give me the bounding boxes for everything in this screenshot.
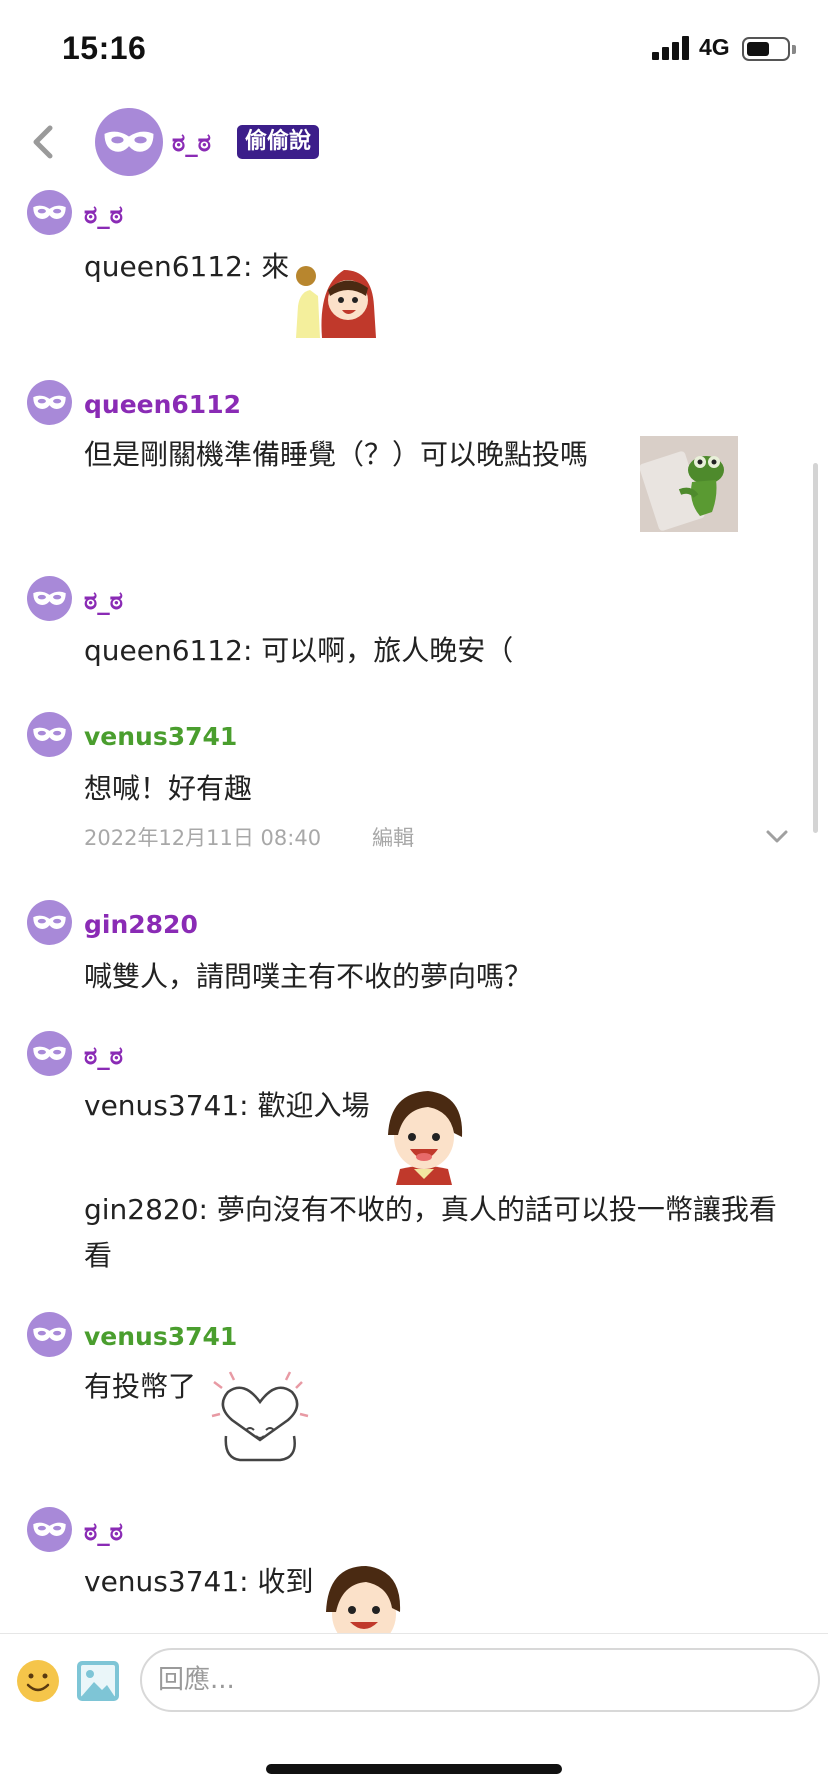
battery-tip <box>792 45 796 54</box>
mask-icon <box>27 900 72 945</box>
mask-icon <box>27 1507 72 1552</box>
more-options-button[interactable] <box>762 826 792 848</box>
reply-input[interactable] <box>140 1648 820 1712</box>
sticker-image <box>210 1366 310 1464</box>
mask-icon <box>27 576 72 621</box>
mask-icon <box>27 1031 72 1076</box>
message-author[interactable]: gin2820 <box>84 910 198 939</box>
message-author[interactable]: ಠ_ಠ <box>84 1517 123 1547</box>
message-timestamp: 2022年12月11日 08:40 <box>84 826 322 850</box>
network-type-label: 4G <box>699 34 730 60</box>
avatar[interactable] <box>95 108 163 176</box>
message-text: gin2820: 夢向沒有不收的，真人的話可以投一幣讓我看看 <box>84 1193 777 1272</box>
status-time: 15:16 <box>62 30 147 66</box>
battery-level-fill <box>747 42 769 56</box>
sticker-image <box>314 1562 410 1633</box>
message-text: 想喊！好有趣 <box>84 772 253 805</box>
message-author[interactable]: ಠ_ಠ <box>84 1041 123 1071</box>
sticker-image <box>640 436 738 532</box>
message-text: 但是剛關機準備睡覺（？）可以晚點投嗎 <box>84 438 589 471</box>
reply-bar <box>0 1633 828 1729</box>
sticker-image <box>288 256 384 338</box>
message-author[interactable]: venus3741 <box>84 1322 237 1351</box>
message-author[interactable]: queen6112 <box>84 390 241 419</box>
message-author[interactable]: ಠ_ಠ <box>84 586 123 616</box>
signal-strength-icon <box>652 36 690 60</box>
mask-icon <box>27 1312 72 1357</box>
emoji-button[interactable] <box>16 1659 60 1703</box>
chevron-left-icon <box>33 125 53 159</box>
edit-link[interactable]: 編輯 <box>372 822 414 852</box>
status-bar: 15:16 4G <box>0 0 828 100</box>
page-title: ಠ_ಠ <box>172 128 211 157</box>
message-text: 喊雙人，請問噗主有不收的夢向嗎？ <box>84 960 533 993</box>
avatar[interactable] <box>27 900 72 945</box>
anonymous-badge: 偷偷說 <box>237 125 320 159</box>
message-author[interactable]: venus3741 <box>84 722 237 751</box>
chevron-down-icon <box>766 830 788 843</box>
home-indicator <box>266 1764 562 1774</box>
image-icon <box>77 1661 119 1701</box>
message-author[interactable]: ಠ_ಠ <box>84 200 123 230</box>
mask-icon <box>27 380 72 425</box>
avatar[interactable] <box>27 576 72 621</box>
battery-icon <box>742 37 790 61</box>
avatar[interactable] <box>27 712 72 757</box>
avatar[interactable] <box>27 1507 72 1552</box>
image-upload-button[interactable] <box>76 1660 120 1702</box>
mask-icon <box>27 190 72 235</box>
avatar[interactable] <box>27 190 72 235</box>
message-text: queen6112: 來 <box>84 250 290 283</box>
avatar[interactable] <box>27 1031 72 1076</box>
message-text: queen6112: 可以啊，旅人晚安（ <box>84 634 514 667</box>
avatar[interactable] <box>27 1312 72 1357</box>
sticker-image <box>378 1085 470 1185</box>
message-text: venus3741: 歡迎入場 <box>84 1089 370 1122</box>
message-text: venus3741: 收到 <box>84 1565 314 1598</box>
mask-icon <box>95 108 163 176</box>
message-text: 有投幣了 <box>84 1370 197 1403</box>
scrollbar[interactable] <box>813 463 818 833</box>
smiley-icon <box>17 1660 59 1702</box>
conversation-header: ಠ_ಠ 偷偷說 <box>0 100 828 188</box>
mask-icon <box>27 712 72 757</box>
back-button[interactable] <box>22 120 66 164</box>
avatar[interactable] <box>27 380 72 425</box>
